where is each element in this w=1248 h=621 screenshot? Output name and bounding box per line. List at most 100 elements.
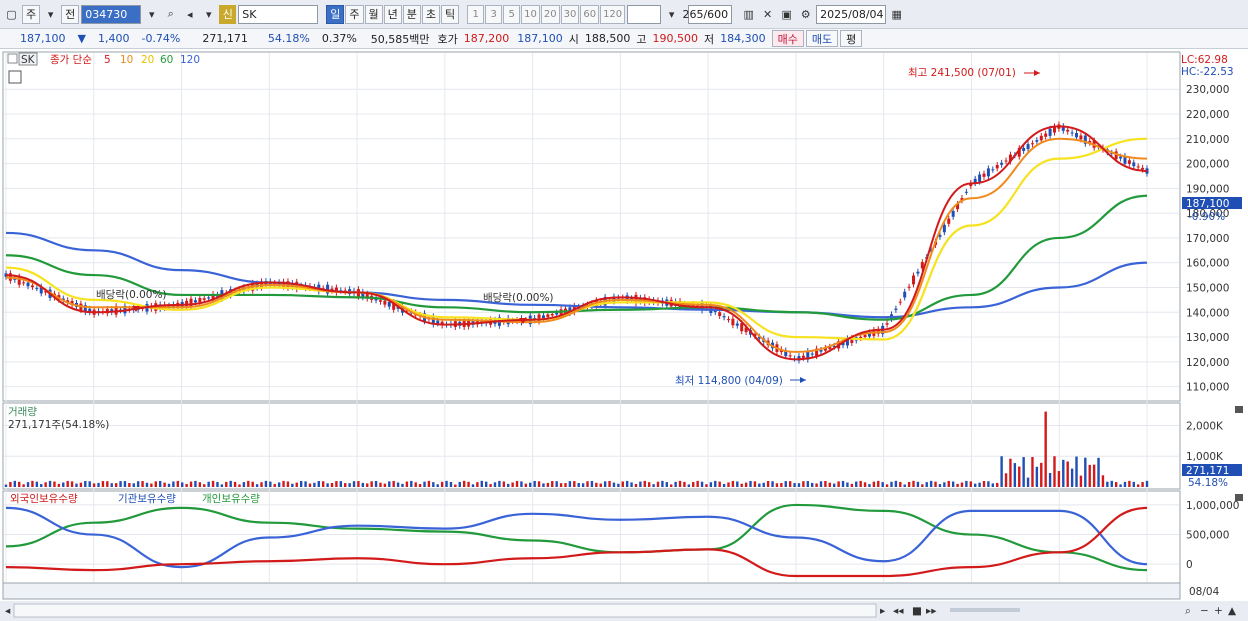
bid-price: 187,100 xyxy=(517,32,563,45)
fit-icon[interactable]: ▲ xyxy=(1228,605,1237,617)
volume-bar xyxy=(617,483,620,487)
zoom-in-icon[interactable]: + xyxy=(1214,605,1223,617)
scroll-left-icon[interactable]: ◂ xyxy=(5,605,11,617)
chevron-down-icon[interactable]: ▾ xyxy=(200,5,217,24)
volume-bar xyxy=(634,483,638,487)
volume-bar xyxy=(198,482,202,487)
price-change: 1,400 xyxy=(97,32,130,45)
speaker-icon[interactable]: ◂ xyxy=(181,5,198,24)
volume-bar xyxy=(1066,461,1069,487)
candle-body xyxy=(207,297,211,299)
table-icon[interactable] xyxy=(8,70,22,84)
interval-button[interactable]: 3 xyxy=(485,4,503,24)
first-page-icon[interactable]: ◂◂ xyxy=(893,605,904,617)
candle-body xyxy=(30,285,34,288)
candle-body xyxy=(942,224,946,233)
candle-body xyxy=(383,300,387,305)
dropdown-icon[interactable]: ▾ xyxy=(143,5,160,24)
volume-bar xyxy=(242,482,246,487)
volume-bar xyxy=(1075,456,1078,487)
volume-bar xyxy=(912,480,915,487)
volume-y-tick: 1,000K xyxy=(1186,451,1224,463)
interval-button[interactable]: 30 xyxy=(560,4,580,24)
volume-bar xyxy=(555,481,558,487)
avg-button[interactable]: 평 xyxy=(840,30,863,47)
candle-icon[interactable]: ▥ xyxy=(740,5,757,24)
volume-bar xyxy=(951,481,955,487)
period-button[interactable]: 주 xyxy=(345,4,364,24)
current-price-tag: 187,100 xyxy=(1186,198,1229,210)
stock-chart[interactable]: 230,000220,000210,000200,000190,000180,0… xyxy=(0,49,1248,621)
volume-bar xyxy=(833,483,836,487)
volume-bar xyxy=(894,480,898,487)
count-input[interactable]: 265/600 xyxy=(682,4,733,24)
candle-body xyxy=(801,355,805,358)
buy-button[interactable]: 매수 xyxy=(771,30,804,47)
zoom-out-icon[interactable]: − xyxy=(1200,605,1209,617)
save-icon[interactable]: ▣ xyxy=(778,5,795,24)
mode-select[interactable]: 주 xyxy=(22,4,41,24)
foreign-holdings-label: 외국인보유수량 xyxy=(10,493,78,505)
x-axis-tick: 08/04 xyxy=(1189,586,1220,598)
candle-body xyxy=(35,288,39,290)
period-button[interactable]: 일 xyxy=(326,4,345,24)
volume-bar xyxy=(925,482,928,487)
date-input[interactable]: 2025/08/04 xyxy=(816,4,887,24)
low-price: 184,300 xyxy=(720,32,766,45)
period-button[interactable]: 분 xyxy=(402,4,421,24)
candle-body xyxy=(964,191,968,193)
volume-bar xyxy=(489,484,492,487)
interval-button[interactable]: 5 xyxy=(503,4,521,24)
volume-bar xyxy=(255,484,259,487)
next-page-icon[interactable]: ▸▸ xyxy=(926,605,937,617)
volume-bar xyxy=(498,480,501,487)
window-icon[interactable]: ▢ xyxy=(3,5,20,24)
custom-interval-input[interactable] xyxy=(627,4,662,24)
volume-bar xyxy=(299,480,303,487)
interval-button[interactable]: 10 xyxy=(521,4,540,24)
volume-bar xyxy=(965,480,968,487)
stock-code-input[interactable]: 034730 xyxy=(81,4,142,24)
candle-body xyxy=(859,336,863,339)
volume-bar xyxy=(581,483,585,487)
candle-body xyxy=(788,355,792,357)
calendar-icon[interactable]: ▦ xyxy=(888,5,905,24)
volume-bar xyxy=(493,482,497,487)
volume-bar xyxy=(167,483,171,487)
volume-bar xyxy=(203,484,206,487)
price-y-tick: 160,000 xyxy=(1186,258,1229,270)
holdings-close-icon[interactable] xyxy=(1235,494,1243,501)
period-button[interactable]: 초 xyxy=(421,4,440,24)
volume-bar xyxy=(718,481,721,487)
chevron-down-icon[interactable]: ▾ xyxy=(663,5,680,24)
search-icon[interactable]: ⌕ xyxy=(162,5,179,24)
zoom-icon[interactable]: ⌕ xyxy=(1185,605,1191,617)
gear-icon[interactable]: ⚙ xyxy=(797,5,814,24)
volume-bar xyxy=(903,484,906,487)
chevron-down-icon[interactable]: ▾ xyxy=(42,5,59,24)
sell-button[interactable]: 매도 xyxy=(805,30,839,47)
zoom-slider[interactable] xyxy=(950,608,1020,612)
volume-bar xyxy=(229,480,232,487)
x-axis-bar xyxy=(2,582,1181,600)
stop-icon[interactable]: ■ xyxy=(912,605,922,617)
period-button[interactable]: 월 xyxy=(364,4,383,24)
prev-button[interactable]: 전 xyxy=(61,4,80,24)
scroll-right-icon[interactable]: ▸ xyxy=(880,605,886,617)
volume-close-icon[interactable] xyxy=(1235,406,1243,413)
crosshair-icon[interactable]: ✕ xyxy=(759,5,776,24)
volume-bar xyxy=(101,481,105,487)
horizontal-scrollbar[interactable] xyxy=(13,603,877,618)
period-button[interactable]: 틱 xyxy=(441,4,460,24)
interval-button[interactable]: 20 xyxy=(540,4,560,24)
stock-name-input[interactable]: SK xyxy=(238,4,319,24)
candle-body xyxy=(22,282,26,284)
interval-button[interactable]: 60 xyxy=(580,4,600,24)
panel-icon[interactable] xyxy=(7,53,18,64)
candle-body xyxy=(986,168,990,177)
interval-button[interactable]: 1 xyxy=(467,4,485,24)
volume-bar xyxy=(639,481,642,487)
interval-button[interactable]: 120 xyxy=(600,4,626,24)
period-button[interactable]: 년 xyxy=(383,4,402,24)
open-label: 시 xyxy=(568,32,579,46)
